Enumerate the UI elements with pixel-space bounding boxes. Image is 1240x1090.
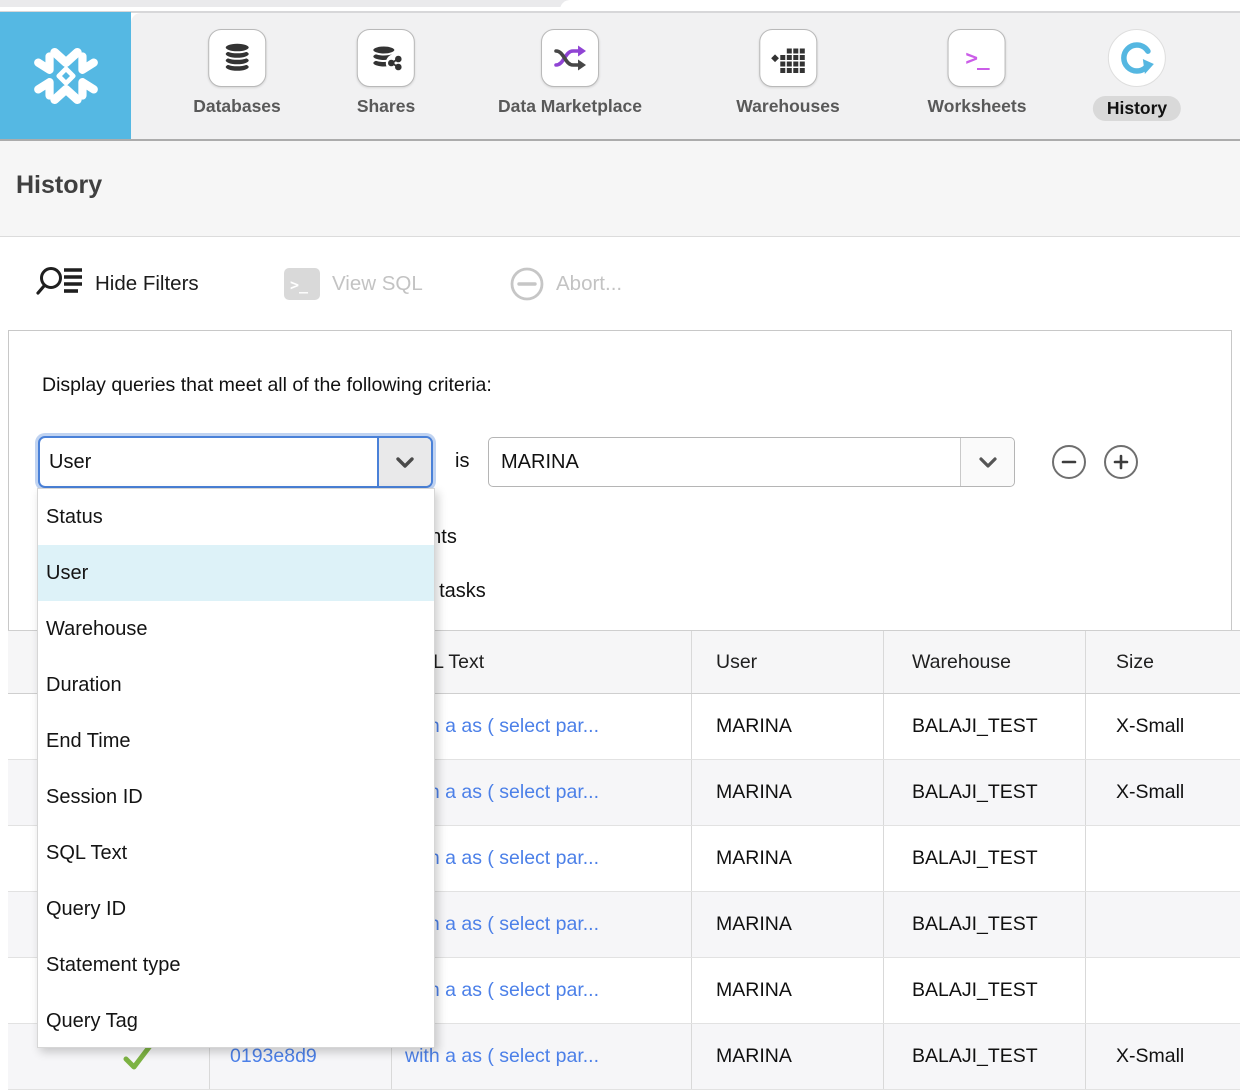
sql-text-cell: with a as ( select par... — [392, 892, 692, 957]
warehouses-icon — [759, 29, 817, 87]
tab-shares[interactable]: Shares — [357, 13, 415, 139]
filter-search-icon — [36, 264, 84, 304]
size-cell — [1086, 826, 1240, 891]
view-sql-terminal-icon: >_ — [283, 267, 321, 301]
tab-worksheets[interactable]: >_ Worksheets — [928, 13, 1027, 139]
dropdown-option-duration[interactable]: Duration — [38, 657, 434, 713]
user-cell: MARINA — [692, 1024, 884, 1089]
size-cell — [1086, 958, 1240, 1023]
user-cell: MARINA — [692, 958, 884, 1023]
dropdown-option-session-id[interactable]: Session ID — [38, 769, 434, 825]
filter-value-input[interactable] — [489, 438, 960, 486]
tab-shares-label: Shares — [357, 96, 415, 117]
dropdown-option-statement-type[interactable]: Statement type — [38, 937, 434, 993]
worksheets-icon: >_ — [948, 29, 1006, 87]
header-warehouse[interactable]: Warehouse — [884, 631, 1086, 693]
tab-worksheets-label: Worksheets — [928, 96, 1027, 117]
filter-field-select[interactable]: User — [38, 436, 433, 488]
tab-warehouses-label: Warehouses — [736, 96, 839, 117]
user-cell: MARINA — [692, 826, 884, 891]
page-header: History — [0, 141, 1240, 237]
view-sql-button[interactable]: >_ View SQL — [283, 238, 423, 330]
view-sql-label: View SQL — [332, 272, 423, 296]
data-marketplace-icon — [541, 29, 599, 87]
tab-history[interactable]: History — [1093, 13, 1181, 139]
sql-text-cell: with a as ( select par... — [392, 694, 692, 759]
chevron-down-icon — [377, 438, 431, 486]
sql-text-cell: with a as ( select par... — [392, 760, 692, 825]
main-navbar: Databases Shares D — [0, 13, 1240, 139]
tab-databases[interactable]: Databases — [193, 13, 281, 139]
filter-field-value: User — [40, 438, 377, 486]
dropdown-option-query-id[interactable]: Query ID — [38, 881, 434, 937]
top-strip-gray — [0, 0, 592, 7]
browser-top-strip — [0, 0, 1240, 13]
tab-history-label: History — [1093, 96, 1181, 121]
abort-minus-circle-icon — [509, 266, 545, 302]
databases-icon — [208, 29, 266, 87]
sql-text-cell: with a as ( select par... — [392, 1024, 692, 1089]
snowflake-logo[interactable] — [0, 12, 131, 139]
operator-label: is — [455, 450, 469, 473]
action-toolbar: Hide Filters >_ View SQL Abort... — [0, 238, 1240, 330]
hide-filters-label: Hide Filters — [95, 272, 199, 296]
minus-icon — [1060, 453, 1078, 471]
user-cell: MARINA — [692, 892, 884, 957]
dropdown-option-warehouse[interactable]: Warehouse — [38, 601, 434, 657]
nav-panel — [131, 13, 1240, 139]
dropdown-option-query-tag[interactable]: Query Tag — [38, 993, 434, 1049]
size-cell: X-Small — [1086, 694, 1240, 759]
svg-text:>_: >_ — [290, 276, 309, 294]
history-icon — [1108, 29, 1166, 87]
snowflake-icon — [30, 40, 102, 112]
dropdown-option-sql-text[interactable]: SQL Text — [38, 825, 434, 881]
size-cell — [1086, 892, 1240, 957]
abort-button[interactable]: Abort... — [509, 238, 622, 330]
user-cell: MARINA — [692, 694, 884, 759]
sql-text-cell: with a as ( select par... — [392, 826, 692, 891]
remove-filter-button[interactable] — [1052, 445, 1086, 479]
warehouse-cell: BALAJI_TEST — [884, 892, 1086, 957]
sql-text-link[interactable]: with a as ( select par... — [405, 1045, 599, 1068]
filter-value-field — [488, 437, 1015, 487]
page-title: History — [16, 171, 102, 200]
size-cell: X-Small — [1086, 1024, 1240, 1089]
size-cell: X-Small — [1086, 760, 1240, 825]
warehouse-cell: BALAJI_TEST — [884, 694, 1086, 759]
dropdown-option-end-time[interactable]: End Time — [38, 713, 434, 769]
warehouse-cell: BALAJI_TEST — [884, 760, 1086, 825]
criteria-heading: Display queries that meet all of the fol… — [42, 374, 492, 397]
plus-icon — [1112, 453, 1130, 471]
warehouse-cell: BALAJI_TEST — [884, 958, 1086, 1023]
top-strip-corner — [560, 0, 1240, 11]
hide-filters-button[interactable]: Hide Filters — [36, 238, 199, 330]
user-cell: MARINA — [692, 760, 884, 825]
dropdown-option-user[interactable]: User — [38, 545, 434, 601]
warehouse-cell: BALAJI_TEST — [884, 826, 1086, 891]
add-filter-button[interactable] — [1104, 445, 1138, 479]
chevron-down-icon[interactable] — [960, 438, 1014, 486]
sql-text-cell: with a as ( select par... — [392, 958, 692, 1023]
header-size[interactable]: Size — [1086, 631, 1240, 693]
dropdown-option-status[interactable]: Status — [38, 489, 434, 545]
abort-label: Abort... — [556, 272, 622, 296]
warehouse-cell: BALAJI_TEST — [884, 1024, 1086, 1089]
header-user[interactable]: User — [692, 631, 884, 693]
header-sql-text[interactable]: SQL Text — [392, 631, 692, 693]
tab-data-marketplace[interactable]: Data Marketplace — [498, 13, 642, 139]
tab-warehouses[interactable]: Warehouses — [736, 13, 839, 139]
filter-field-dropdown: Status User Warehouse Duration End Time … — [37, 488, 435, 1048]
tab-databases-label: Databases — [193, 96, 281, 117]
tab-data-marketplace-label: Data Marketplace — [498, 96, 642, 117]
shares-icon — [357, 29, 415, 87]
